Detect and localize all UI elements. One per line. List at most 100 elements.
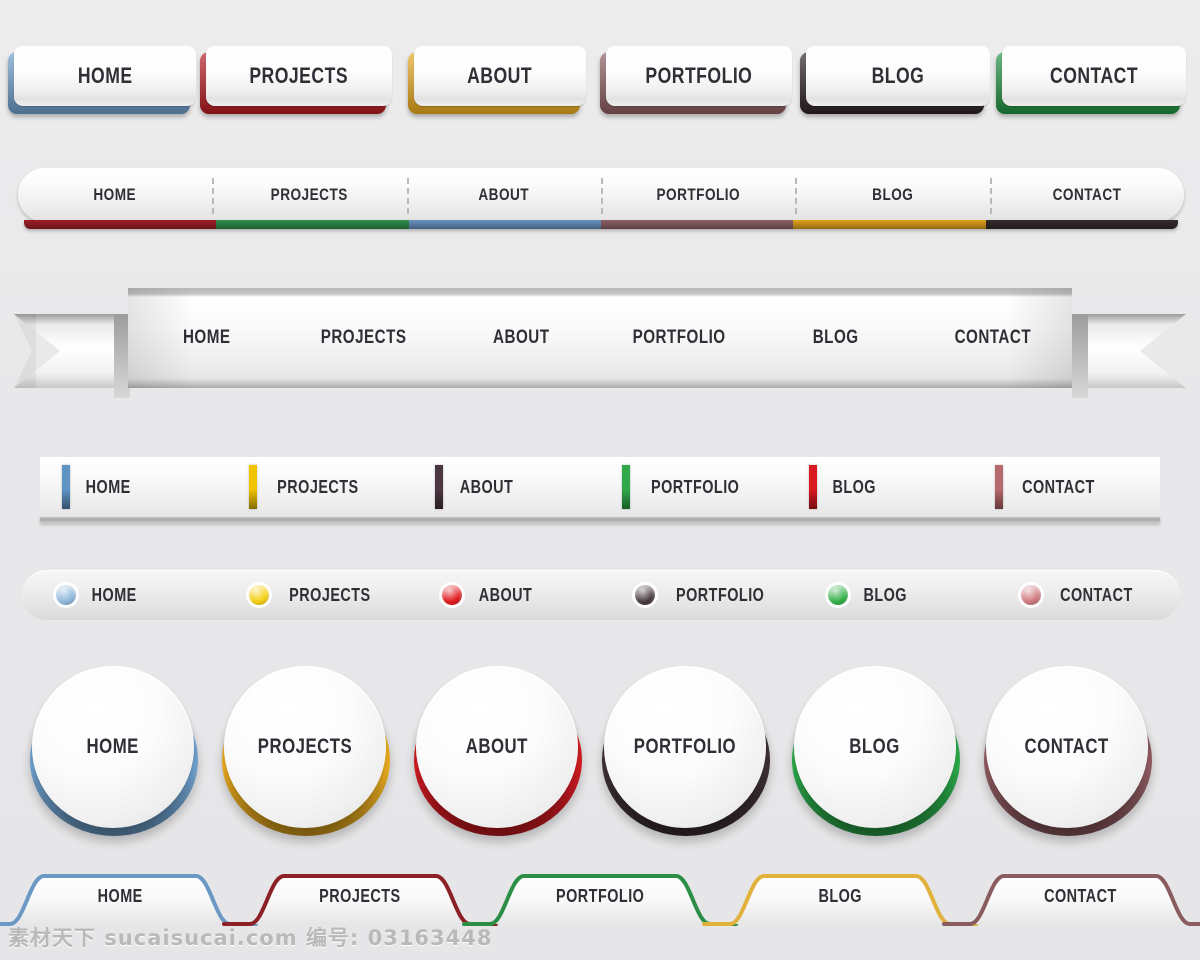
nav-item-portfolio[interactable]: PORTFOLIO (600, 168, 795, 222)
flat-bar: HOME PROJECTS ABOUT PORTFOLIO BLOG CONTACT (40, 457, 1160, 517)
circle-face: PORTFOLIO (604, 666, 766, 828)
nav-item-projects[interactable]: PROJECTS (227, 465, 414, 509)
underline-segment-contact (985, 220, 1178, 229)
menu-item-label: BLOG (871, 63, 925, 88)
nav-item-blog[interactable]: BLOG (795, 168, 989, 222)
nav-item-home[interactable]: HOME (22, 585, 215, 606)
nav-item-about[interactable]: ABOUT (443, 327, 600, 349)
nav-item-portfolio[interactable]: PORTFOLIO (480, 884, 720, 908)
menu-item-label: PORTFOLIO (632, 327, 726, 348)
nav-item-contact[interactable]: CONTACT (973, 465, 1160, 509)
nav-button-blog[interactable]: BLOG (800, 46, 990, 114)
nav-item-projects[interactable]: PROJECTS (285, 327, 442, 349)
nav-item-contact[interactable]: CONTACT (987, 585, 1180, 606)
bullet-dot-projects (249, 585, 269, 605)
nav-item-home[interactable]: HOME (40, 465, 227, 509)
menu-item-label: ABOUT (467, 63, 533, 88)
nav-button-about[interactable]: ABOUT (408, 46, 586, 114)
menu-item-label: PORTFOLIO (555, 885, 645, 906)
menu-item-label: PROJECTS (249, 63, 349, 88)
nav-item-blog[interactable]: BLOG (787, 465, 974, 509)
menu-item-label: ABOUT (478, 584, 533, 605)
nav-item-about[interactable]: ABOUT (413, 465, 600, 509)
underline-segment-about (408, 220, 601, 229)
nav-item-projects[interactable]: PROJECTS (215, 585, 408, 606)
menu-item-label: HOME (86, 735, 140, 758)
nav-button-portfolio[interactable]: PORTFOLIO (600, 46, 792, 114)
nav-item-about[interactable]: ABOUT (406, 168, 601, 222)
menu-item-label: BLOG (832, 476, 876, 497)
menu-item-label: ABOUT (460, 476, 514, 497)
menu-item-label: PORTFOLIO (645, 63, 753, 88)
pill-bar-underline (24, 220, 1178, 229)
menu-item-label: CONTACT (1052, 185, 1122, 204)
menu-item-label: CONTACT (955, 327, 1032, 348)
watermark: 素材天下 sucaisucai.com 编号: 03163448 (8, 926, 493, 950)
nav-item-home[interactable]: HOME (18, 168, 212, 222)
bullet-dot-about (442, 585, 462, 605)
menu-item-label: ABOUT (493, 327, 550, 348)
menu-item-label: HOME (77, 63, 133, 88)
menu-3d-rounded-buttons: HOME PROJECTS ABOUT PORTFOLIO BLOG CONTACT (0, 46, 1200, 132)
menu-item-label: CONTACT (1024, 735, 1110, 758)
nav-item-blog[interactable]: BLOG (794, 585, 987, 606)
circle-face: ABOUT (416, 666, 578, 828)
circle-button-projects[interactable]: PROJECTS (220, 660, 392, 840)
nav-item-contact[interactable]: CONTACT (960, 884, 1200, 908)
nav-item-contact[interactable]: CONTACT (915, 327, 1072, 349)
nav-button-home[interactable]: HOME (8, 46, 196, 114)
menu-item-label: BLOG (863, 584, 907, 605)
menu-item-label: PROJECTS (289, 584, 371, 605)
nav-item-projects[interactable]: PROJECTS (212, 168, 406, 222)
circle-face: PROJECTS (224, 666, 386, 828)
nav-item-projects[interactable]: PROJECTS (240, 884, 480, 908)
design-canvas: HOME PROJECTS ABOUT PORTFOLIO BLOG CONTACT HO… (0, 0, 1200, 960)
nav-item-home[interactable]: HOME (128, 327, 285, 349)
circle-button-contact[interactable]: CONTACT (982, 660, 1154, 840)
menu-item-label: HOME (97, 885, 143, 906)
ribbon-body: HOME PROJECTS ABOUT PORTFOLIO BLOG CONTACT (128, 288, 1072, 388)
menu-item-label: BLOG (818, 885, 862, 906)
menu-item-label: PORTFOLIO (656, 185, 740, 204)
underline-segment-blog (793, 220, 986, 229)
menu-item-label: ABOUT (478, 185, 530, 204)
bullet-dot-blog (828, 585, 848, 605)
menu-item-label: CONTACT (1060, 584, 1133, 605)
circle-button-home[interactable]: HOME (28, 660, 200, 840)
bullet-dot-home (56, 585, 76, 605)
nav-item-portfolio[interactable]: PORTFOLIO (600, 465, 787, 509)
nav-item-portfolio[interactable]: PORTFOLIO (600, 327, 757, 349)
nav-button-projects[interactable]: PROJECTS (200, 46, 392, 114)
menu-rounded-bar-bullets: HOME PROJECTS ABOUT PORTFOLIO BLOG CONTACT (22, 570, 1180, 632)
color-tick-about (435, 465, 444, 509)
circle-button-portfolio[interactable]: PORTFOLIO (600, 660, 772, 840)
menu-circular-buttons: HOME PROJECTS ABOUT PORTFOLIO BLOG CONTACT (0, 660, 1200, 850)
menu-flat-bar-color-ticks: HOME PROJECTS ABOUT PORTFOLIO BLOG CONTACT (40, 457, 1160, 529)
menu-item-label: HOME (85, 476, 131, 497)
menu-item-label: ABOUT (465, 735, 529, 758)
color-tick-contact (995, 465, 1004, 509)
menu-item-label: PORTFOLIO (651, 476, 740, 497)
nav-button-contact[interactable]: CONTACT (996, 46, 1186, 114)
circle-button-about[interactable]: ABOUT (412, 660, 584, 840)
menu-item-label: BLOG (849, 735, 901, 758)
nav-item-about[interactable]: ABOUT (408, 585, 601, 606)
nav-item-home[interactable]: HOME (0, 884, 240, 908)
menu-item-label: PROJECTS (276, 476, 359, 497)
ribbon-fold-right (1072, 314, 1088, 398)
menu-item-label: CONTACT (1022, 476, 1096, 497)
nav-item-contact[interactable]: CONTACT (989, 168, 1184, 222)
menu-item-label: PORTFOLIO (633, 735, 737, 758)
nav-item-blog[interactable]: BLOG (757, 327, 914, 349)
pill-bar: HOME PROJECTS ABOUT PORTFOLIO BLOG CONTACT (18, 168, 1184, 222)
color-tick-portfolio (622, 465, 631, 509)
menu-item-label: CONTACT (1049, 63, 1139, 88)
nav-item-portfolio[interactable]: PORTFOLIO (601, 585, 794, 606)
menu-pill-bar-underline: HOME PROJECTS ABOUT PORTFOLIO BLOG CONTACT (18, 168, 1184, 240)
bullet-dot-portfolio (635, 585, 655, 605)
menu-item-label: PORTFOLIO (676, 584, 765, 605)
menu-item-label: PROJECTS (257, 735, 353, 758)
circle-face: CONTACT (986, 666, 1148, 828)
nav-item-blog[interactable]: BLOG (720, 884, 960, 908)
circle-button-blog[interactable]: BLOG (790, 660, 962, 840)
